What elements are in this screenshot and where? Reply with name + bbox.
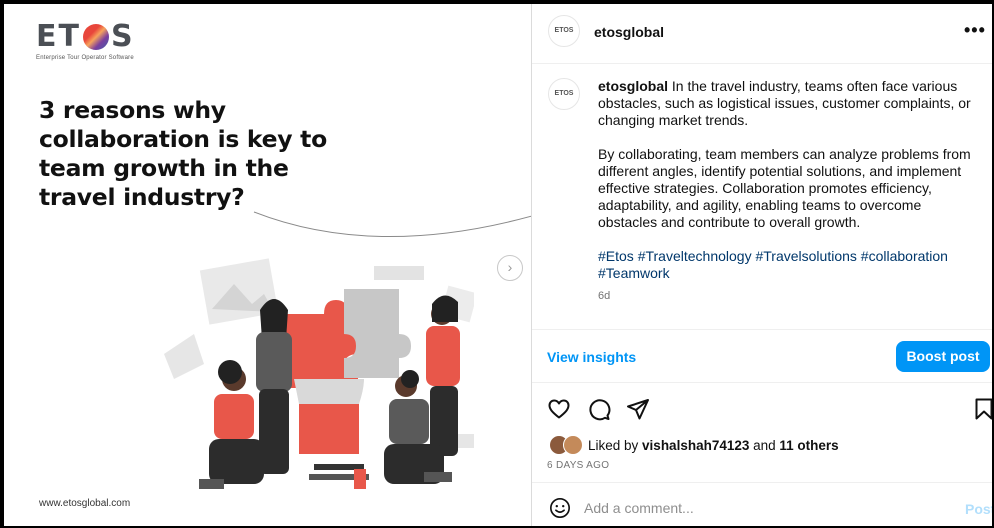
- instagram-post-window: ET S Enterprise Tour Operator Software 3…: [4, 4, 992, 526]
- emoji-icon[interactable]: [549, 497, 571, 519]
- comment-divider: [532, 482, 992, 483]
- post-comment-button[interactable]: Post: [965, 501, 992, 517]
- liked-by-and: and: [749, 438, 780, 453]
- caption-avatar[interactable]: ETOS: [548, 78, 580, 110]
- liked-by-prefix: Liked by: [588, 438, 643, 453]
- hashtag-link[interactable]: #Teamwork: [598, 265, 670, 281]
- liked-by-text: Liked by vishalshah74123 and 11 others: [588, 438, 839, 453]
- caption-username[interactable]: etosglobal: [598, 78, 668, 94]
- logo-globe-icon: [82, 24, 109, 50]
- post-image: ET S Enterprise Tour Operator Software 3…: [4, 4, 531, 526]
- next-image-button[interactable]: ›: [497, 255, 523, 281]
- post-date: 6 DAYS AGO: [547, 460, 610, 471]
- hashtag-link[interactable]: #Travelsolutions: [755, 248, 856, 264]
- logo-subtitle: Enterprise Tour Operator Software: [36, 55, 134, 61]
- view-insights-link[interactable]: View insights: [547, 349, 636, 365]
- etos-logo: ET S Enterprise Tour Operator Software: [36, 19, 135, 62]
- caption-hashtags: #Etos #Traveltechnology #Travelsolutions…: [598, 248, 978, 282]
- caption-paragraph-1: etosglobal In the travel industry, teams…: [598, 78, 978, 129]
- more-options-icon[interactable]: •••: [964, 20, 986, 41]
- others-link[interactable]: 11 others: [779, 438, 838, 453]
- caption-divider: [532, 329, 992, 330]
- caption-paragraph-2: By collaborating, team members can analy…: [598, 146, 971, 230]
- logo-text-right: S: [110, 19, 135, 54]
- post-headline: 3 reasons why collaboration is key to te…: [39, 96, 327, 211]
- heart-icon[interactable]: [547, 397, 571, 421]
- logo-text-left: ET: [36, 19, 81, 54]
- hashtag-link[interactable]: #collaboration: [861, 248, 948, 264]
- caption-time: 6d: [598, 290, 611, 302]
- header-username[interactable]: etosglobal: [594, 24, 664, 40]
- actions-divider: [532, 382, 992, 383]
- hashtag-link[interactable]: #Etos: [598, 248, 634, 264]
- header-avatar[interactable]: ETOS: [548, 15, 580, 47]
- website-url: www.etosglobal.com: [39, 498, 131, 509]
- post-caption: etosglobal In the travel industry, teams…: [598, 78, 978, 299]
- hashtag-link[interactable]: #Traveltechnology: [638, 248, 752, 264]
- comment-icon[interactable]: [587, 397, 611, 421]
- boost-post-button[interactable]: Boost post: [896, 341, 990, 372]
- comment-input[interactable]: [584, 498, 924, 518]
- share-icon[interactable]: [626, 397, 650, 421]
- liker-avatar: [563, 435, 583, 455]
- bookmark-icon[interactable]: [972, 397, 992, 421]
- header-divider: [532, 63, 992, 64]
- liker-avatars[interactable]: [549, 435, 585, 455]
- team-puzzle-illustration: [164, 258, 474, 489]
- post-details-panel: ETOS etosglobal ••• ETOS etosglobal In t…: [532, 4, 992, 526]
- liker-username[interactable]: vishalshah74123: [642, 438, 749, 453]
